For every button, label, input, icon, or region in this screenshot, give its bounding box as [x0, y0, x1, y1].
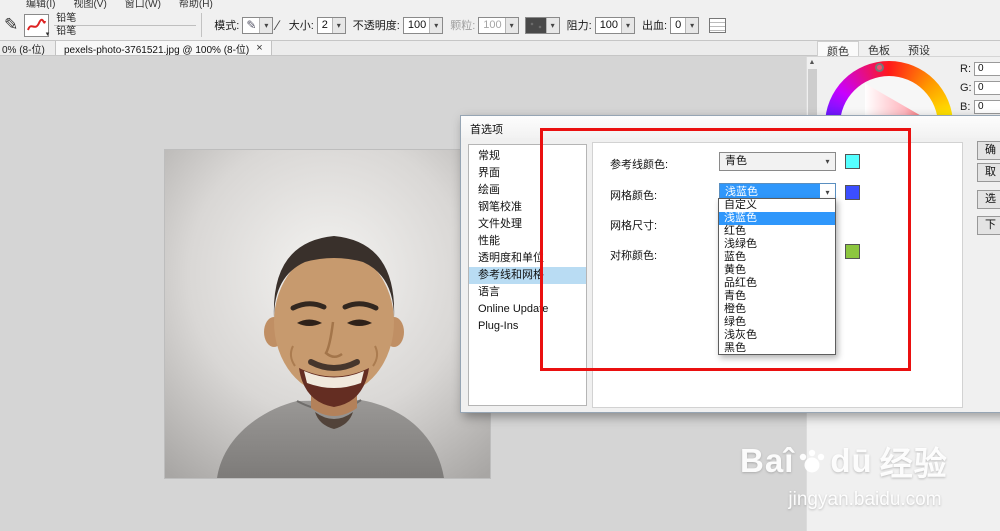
ok-button[interactable]: 确 [977, 141, 1000, 160]
r-row: R: 0 [960, 62, 1000, 76]
size-label: 大小: [288, 20, 314, 32]
g-value-field[interactable]: 0 [974, 81, 1000, 95]
grain-dropdown[interactable]: 100 ▾ [478, 16, 519, 34]
chevron-down-icon: ▾ [504, 17, 518, 33]
chevron-down-icon: ▾ [331, 17, 345, 33]
tool-name-line1: 铅笔 [54, 13, 197, 26]
menu-bar: 编辑(I) 视图(V) 窗口(W) 帮助(H) [0, 0, 1000, 10]
bleed-value: 0 [675, 18, 682, 31]
document-tab-title: pexels-photo-3761521.jpg @ 100% (8-位) [64, 44, 250, 56]
hue-marker[interactable] [875, 63, 884, 72]
document-tab-bar: 0% (8-位) pexels-photo-3761521.jpg @ 100%… [0, 41, 817, 56]
tool-options-bar: ✎ ▾ 铅笔 铅笔 模式: ✎ ▾ ∕ 大小: 2 ▾ 不透明度: 100 ▾ … [0, 10, 1000, 41]
brush-preset-button[interactable]: ▾ [24, 13, 50, 38]
chevron-down-icon: ▾ [429, 17, 443, 33]
next-button[interactable]: 下 [977, 216, 1000, 235]
g-row: G: 0 [960, 81, 1000, 95]
watermark-brand-left: Baî [740, 442, 795, 479]
document-tab-partial[interactable]: 0% (8-位) [0, 41, 56, 55]
grain-value: 100 [483, 18, 502, 31]
chevron-down-icon: ▾ [685, 17, 699, 33]
b-row: B: 0 [960, 100, 1000, 114]
tab-swatches[interactable]: 色板 [859, 41, 899, 57]
mode-pencil-icon: ✎ [246, 17, 257, 32]
chevron-down-icon: ▾ [259, 17, 273, 33]
menu-items: 编辑(I) 视图(V) 窗口(W) 帮助(H) [0, 0, 1000, 10]
watermark: Baî dū 经验 jingyan.baidu.com [740, 437, 990, 511]
chevron-down-icon: ▾ [545, 17, 559, 33]
close-icon[interactable]: × [256, 42, 262, 54]
menu-item-edit[interactable]: 编辑(I) [26, 0, 55, 10]
chevron-down-icon: ▾ [621, 17, 635, 33]
menu-item-view[interactable]: 视图(V) [73, 0, 106, 10]
resistance-dropdown[interactable]: 100 ▾ [594, 16, 636, 34]
tool-name-label: 铅笔 铅笔 [54, 13, 197, 38]
canvas-grid-icon[interactable] [709, 17, 727, 33]
g-label: G: [960, 82, 972, 94]
portrait-photo [165, 150, 490, 478]
grain-label: 颗粒: [450, 20, 476, 32]
rgb-fields: R: 0 G: 0 B: 0 [960, 62, 1000, 119]
resistance-label: 阻力: [566, 20, 592, 32]
watermark-brand-right: dū [830, 442, 873, 479]
app-window: 编辑(I) 视图(V) 窗口(W) 帮助(H) ✎ ▾ 铅笔 铅笔 模式: ✎ … [0, 0, 1000, 531]
brush-stroke-icon [27, 18, 47, 30]
watermark-brand-cn: 经验 [879, 445, 948, 482]
watermark-url: jingyan.baidu.com [788, 489, 942, 510]
prev-button[interactable]: 选 [977, 190, 1000, 209]
panel-tab-strip: 颜色 色板 预设 [817, 41, 1000, 58]
toolbar-divider [201, 13, 203, 37]
texture-thumbnail-icon [525, 17, 546, 33]
tab-color[interactable]: 颜色 [817, 41, 859, 58]
red-highlight-annotation [540, 128, 911, 371]
photo-document [165, 150, 490, 478]
menu-item-window[interactable]: 窗口(W) [125, 0, 161, 10]
bleed-dropdown[interactable]: 0 ▾ [670, 16, 700, 34]
size-dropdown[interactable]: 2 ▾ [316, 16, 346, 34]
mode-label: 模式: [214, 20, 240, 32]
pencil-tool-icon[interactable]: ✎ [4, 15, 18, 35]
cancel-button[interactable]: 取 [977, 163, 1000, 182]
texture-swatch-button[interactable]: ▾ [524, 16, 560, 34]
mode-dropdown[interactable]: ✎ ▾ [242, 16, 274, 34]
pressure-slash-icon[interactable]: ∕ [276, 17, 278, 33]
opacity-value: 100 [407, 18, 427, 31]
document-tab-active[interactable]: pexels-photo-3761521.jpg @ 100% (8-位) × [56, 41, 272, 56]
scroll-up-arrow-icon[interactable]: ▲ [807, 57, 817, 68]
resistance-value: 100 [599, 18, 619, 31]
menu-item-help[interactable]: 帮助(H) [179, 0, 213, 10]
size-value: 2 [321, 18, 328, 31]
r-label: R: [960, 63, 971, 75]
opacity-dropdown[interactable]: 100 ▾ [402, 16, 444, 34]
paw-icon [800, 449, 825, 473]
tool-name-line2: 铅笔 [56, 25, 77, 37]
opacity-label: 不透明度: [352, 20, 400, 32]
r-value-field[interactable]: 0 [974, 62, 1000, 76]
watermark-brand: Baî dū 经验 [740, 437, 990, 485]
b-value-field[interactable]: 0 [974, 100, 1000, 114]
bleed-label: 出血: [642, 20, 668, 32]
chevron-down-icon: ▾ [45, 30, 50, 38]
tab-presets[interactable]: 预设 [899, 41, 939, 57]
b-label: B: [960, 101, 971, 113]
